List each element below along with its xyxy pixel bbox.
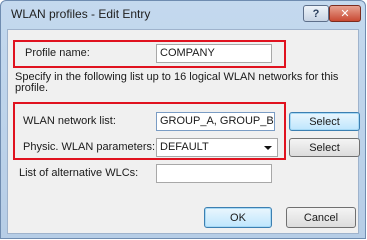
alt-wlcs-label: List of alternative WLCs: (19, 167, 139, 179)
chevron-down-icon[interactable] (264, 146, 272, 150)
window-title: WLAN profiles - Edit Entry (11, 7, 151, 21)
close-icon: ✕ (340, 8, 350, 20)
help-button[interactable]: ? (303, 5, 329, 22)
network-list-label: WLAN network list: (23, 115, 116, 127)
physic-params-select-button[interactable]: Select (289, 138, 360, 157)
profile-name-input[interactable]: COMPANY (156, 44, 272, 63)
alt-wlcs-input[interactable] (156, 164, 272, 183)
help-icon: ? (312, 7, 320, 20)
profile-name-label: Profile name: (25, 47, 90, 59)
dialog-window: WLAN profiles - Edit Entry ? ✕ Profile n… (0, 0, 366, 239)
description-text: Specify in the following list up to 16 l… (15, 71, 339, 94)
cancel-button[interactable]: Cancel (286, 207, 356, 228)
physic-params-dropdown[interactable]: DEFAULT (156, 138, 278, 157)
physic-params-value: DEFAULT (160, 141, 209, 153)
ok-button[interactable]: OK (204, 207, 272, 228)
network-list-select-button[interactable]: Select (289, 112, 360, 131)
close-button[interactable]: ✕ (329, 5, 361, 22)
network-list-input[interactable]: GROUP_A, GROUP_B (156, 112, 275, 131)
physic-params-label: Physic. WLAN parameters: (23, 141, 156, 153)
title-bar[interactable]: WLAN profiles - Edit Entry ? ✕ (1, 1, 365, 29)
